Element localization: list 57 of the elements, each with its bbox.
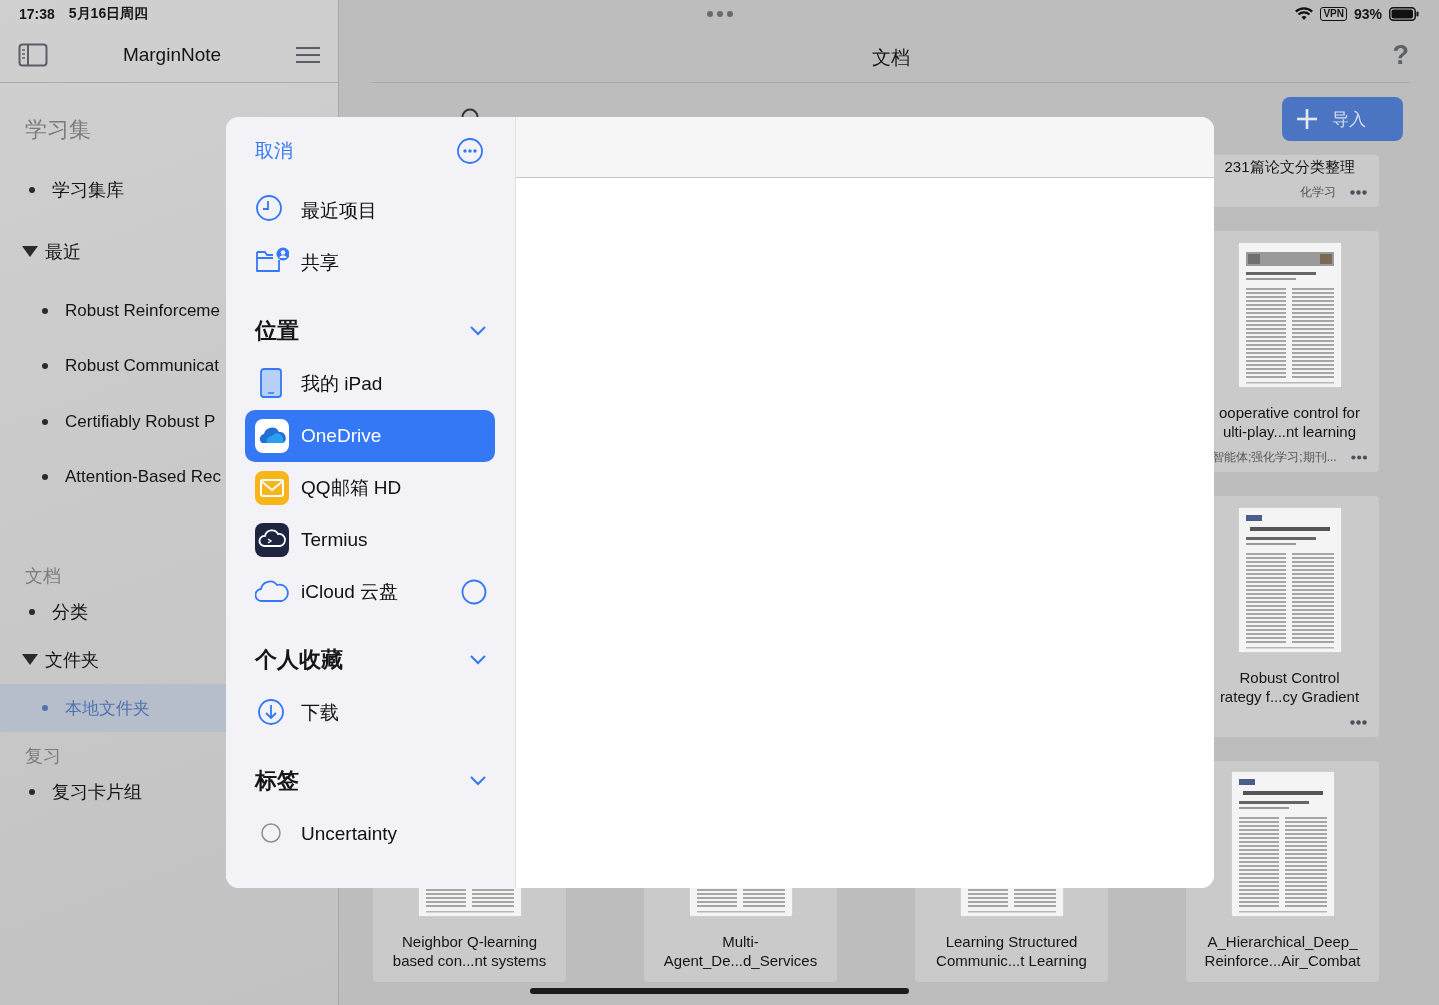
menu-icon[interactable]: [296, 46, 320, 64]
more-icon[interactable]: [457, 138, 483, 164]
wifi-icon: [1295, 7, 1314, 21]
battery-icon: [1389, 7, 1419, 21]
section-header: 学习集: [24, 116, 92, 144]
disclosure-triangle-icon[interactable]: [22, 246, 38, 258]
bullet-icon: [29, 789, 35, 795]
location-item[interactable]: QQ邮箱 HD: [245, 462, 495, 514]
location-item[interactable]: Uncertainty: [245, 808, 495, 860]
location-item[interactable]: 我的 iPad: [245, 358, 495, 410]
battery-percent: 93%: [1353, 6, 1382, 22]
document-title: Multi- Agent_De...d_Services: [663, 932, 818, 970]
bullet-icon: [42, 363, 48, 370]
section-header[interactable]: 位置: [226, 304, 515, 358]
document-tags: 化学习: [1300, 183, 1336, 201]
bullet-icon: [42, 705, 48, 711]
document-title: Learning Structured Communic...t Learning: [936, 932, 1087, 970]
bullet-icon: [42, 474, 48, 481]
chevron-icon[interactable]: [470, 655, 486, 665]
status-date: 5月16日周四: [68, 5, 149, 23]
bullet-icon: [29, 187, 35, 193]
chevron-icon[interactable]: [470, 326, 486, 336]
document-card[interactable]: A_Hierarchical_Deep_ Reinforce...Air_Combat: [1186, 761, 1379, 982]
bullet-icon: [42, 307, 48, 314]
cloud-app-icon: [255, 419, 289, 453]
document-title: Robust Control rategy f...cy Gradient: [1219, 668, 1360, 706]
sidebar-toggle-icon[interactable]: [18, 43, 48, 67]
mail-app-icon: [255, 471, 289, 505]
cancel-button[interactable]: 取消: [255, 138, 293, 164]
document-title: A_Hierarchical_Deep_ Reinforce...Air_Combat: [1204, 932, 1361, 970]
terminal-app-icon: [255, 523, 289, 557]
document-title: 231篇论文分类整理: [1224, 157, 1355, 176]
bullet-icon: [42, 418, 48, 425]
location-item[interactable]: OneDrive: [245, 410, 495, 462]
app-title: MarginNote: [122, 44, 222, 66]
location-item[interactable]: 最近项目: [245, 185, 495, 237]
vpn-badge: VPN: [1320, 7, 1347, 21]
section-header[interactable]: 标签: [226, 754, 515, 808]
document-title: ooperative control for ulti-play...nt learning: [1219, 403, 1360, 441]
page-title: 文档: [872, 46, 910, 70]
location-item[interactable]: iCloud 云盘: [245, 566, 495, 618]
more-icon[interactable]: [1350, 719, 1367, 725]
section-header[interactable]: 个人收藏: [226, 633, 515, 687]
plus-icon: [1296, 108, 1318, 130]
section-header: 复习: [24, 745, 62, 768]
chevron-icon[interactable]: [470, 776, 486, 786]
status-time: 17:38: [19, 6, 55, 22]
location-item[interactable]: Termius: [245, 514, 495, 566]
section-header: 文档: [24, 565, 62, 588]
document-title: Neighbor Q-learning based con...nt systems: [392, 932, 547, 970]
bullet-icon: [29, 609, 35, 615]
multitasking-icon[interactable]: [707, 11, 733, 17]
location-item[interactable]: 共享: [245, 237, 495, 289]
more-icon[interactable]: [1350, 454, 1367, 460]
more-icon[interactable]: [1350, 189, 1367, 195]
disclosure-triangle-icon[interactable]: [22, 654, 38, 666]
select-circle[interactable]: [461, 579, 487, 605]
